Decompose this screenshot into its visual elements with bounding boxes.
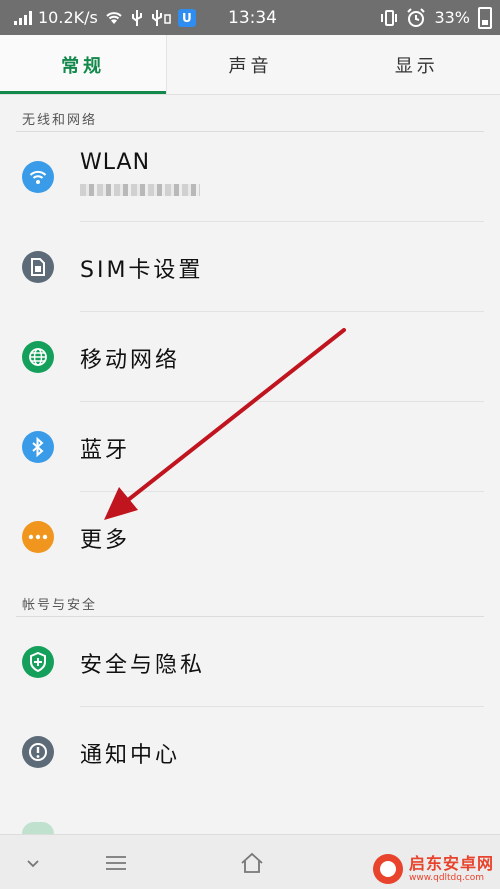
chevron-down-icon[interactable] bbox=[18, 835, 48, 889]
watermark: 启东安卓网 www.qdltdq.com bbox=[372, 852, 494, 886]
partial-next-item bbox=[22, 822, 54, 834]
section-header-account: 帐号与安全 bbox=[22, 598, 98, 613]
network-speed: 10.2K/s bbox=[38, 8, 98, 27]
battery-percent: 33% bbox=[434, 8, 470, 27]
menu-icon[interactable] bbox=[98, 835, 134, 889]
watermark-url: www.qdltdq.com bbox=[408, 872, 485, 883]
shield-icon bbox=[22, 646, 54, 678]
settings-item-mobile-network[interactable]: 移动网络 bbox=[0, 312, 500, 402]
settings-item-label: 安全与隐私 bbox=[80, 653, 206, 678]
settings-item-wlan[interactable]: WLAN bbox=[0, 132, 500, 222]
watermark-text: 启东安卓网 www.qdltdq.com bbox=[408, 853, 494, 883]
home-icon[interactable] bbox=[234, 835, 270, 889]
wifi-icon bbox=[22, 161, 54, 193]
sim-card-icon bbox=[22, 251, 54, 283]
tab-general[interactable]: 常规 bbox=[0, 35, 168, 94]
status-right: 33% bbox=[380, 0, 492, 35]
wifi-status-icon bbox=[106, 11, 122, 24]
tab-sound[interactable]: 声音 bbox=[167, 35, 333, 94]
bluetooth-icon bbox=[22, 431, 54, 463]
settings-item-bluetooth[interactable]: 蓝牙 bbox=[0, 402, 500, 492]
status-left: 10.2K/s U bbox=[14, 0, 196, 35]
settings-item-label: SIM卡设置 bbox=[80, 258, 204, 283]
signal-icon bbox=[14, 10, 32, 25]
settings-item-label: 移动网络 bbox=[80, 348, 181, 373]
usb-icon bbox=[131, 9, 142, 26]
watermark-logo-icon bbox=[372, 854, 403, 884]
settings-item-sim[interactable]: SIM卡设置 bbox=[0, 222, 500, 312]
clock: 13:34 bbox=[228, 7, 277, 28]
tab-display[interactable]: 显示 bbox=[334, 35, 500, 94]
vibrate-icon bbox=[381, 9, 398, 26]
notification-icon bbox=[22, 736, 54, 768]
usb-debug-icon bbox=[151, 9, 171, 26]
app-badge-icon: U bbox=[177, 8, 196, 27]
settings-item-label: 蓝牙 bbox=[80, 438, 131, 463]
settings-item-notifications[interactable]: 通知中心 bbox=[0, 707, 500, 797]
alarm-icon bbox=[407, 7, 426, 27]
wlan-ssid bbox=[80, 184, 200, 200]
settings-item-label: WLAN bbox=[80, 150, 151, 175]
settings-item-label: 更多 bbox=[80, 528, 131, 553]
settings-tabs: 常规 声音 显示 bbox=[0, 35, 500, 95]
settings-item-label: 通知中心 bbox=[80, 743, 181, 768]
watermark-title: 启东安卓网 bbox=[408, 853, 494, 873]
more-icon bbox=[22, 521, 54, 553]
status-bar: 10.2K/s U 13:34 33% bbox=[0, 0, 500, 35]
globe-icon bbox=[22, 341, 54, 373]
section-header-wireless: 无线和网络 bbox=[22, 113, 98, 128]
settings-item-security[interactable]: 安全与隐私 bbox=[0, 617, 500, 707]
battery-icon bbox=[478, 6, 492, 29]
settings-item-more[interactable]: 更多 bbox=[0, 492, 500, 582]
